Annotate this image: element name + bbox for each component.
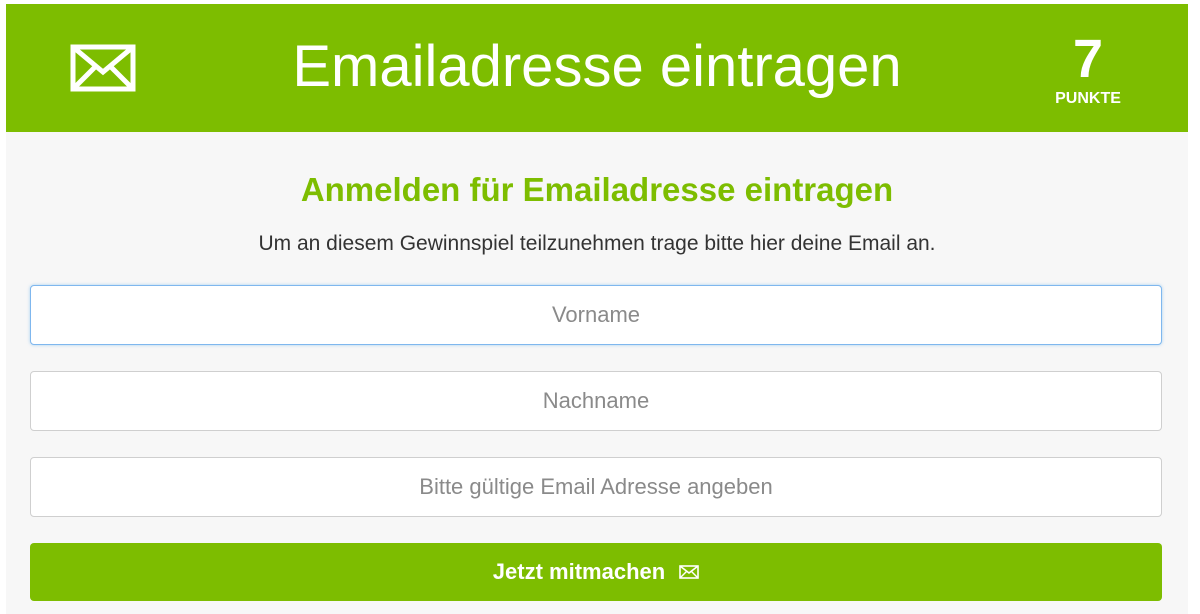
envelope-icon bbox=[70, 44, 136, 92]
page-title: Emailadresse eintragen bbox=[292, 34, 902, 99]
email-input[interactable] bbox=[30, 457, 1162, 517]
points-value: 7 bbox=[1072, 29, 1104, 89]
form-intro: Um an diesem Gewinnspiel teilzunehmen tr… bbox=[258, 232, 936, 255]
submit-button[interactable]: Jetzt mitmachen bbox=[30, 543, 1162, 601]
points-badge: 7 PUNKTE bbox=[1038, 30, 1138, 108]
header-bar: Emailadresse eintragen 7 PUNKTE bbox=[6, 4, 1188, 132]
submit-button-label: Jetzt mitmachen bbox=[492, 559, 666, 584]
form-heading: Anmelden für Emailadresse eintragen bbox=[300, 171, 894, 208]
last-name-input[interactable] bbox=[30, 371, 1162, 431]
first-name-input[interactable] bbox=[30, 285, 1162, 345]
envelope-icon bbox=[679, 565, 699, 579]
points-label: PUNKTE bbox=[1055, 90, 1121, 107]
signup-card: Emailadresse eintragen 7 PUNKTE Anmelden… bbox=[6, 4, 1188, 614]
